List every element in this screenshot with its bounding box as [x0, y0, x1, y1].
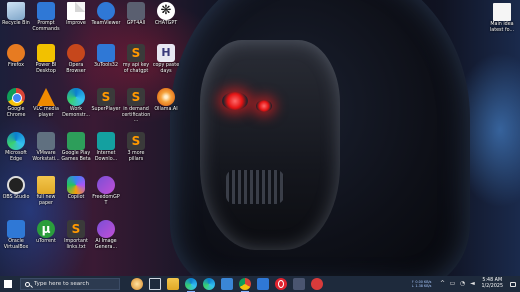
firefox-icon	[7, 44, 25, 62]
desktop-icon-power-bi[interactable]: Power BI Desktop	[31, 44, 61, 74]
sublime-icon	[127, 88, 145, 106]
desktop-icon-in-demand[interactable]: in demand certification...	[121, 88, 151, 124]
desktop-icon-main-idea[interactable]: Main idea latest fo...	[488, 3, 516, 33]
document-icon	[493, 3, 511, 21]
task-view-icon[interactable]	[149, 278, 161, 290]
potplayer-icon	[97, 88, 115, 106]
freedomgpt-icon	[97, 176, 115, 194]
system-tray: ↑ 0.00 KB/s ↓ 1.38 KB/s ^ ▭ ◔ ◄ 5:48 AM …	[411, 276, 520, 292]
desktop-icon-vmware[interactable]: VMware Workstati...	[31, 132, 61, 162]
taskbar-pinned-apps	[128, 278, 326, 292]
desktop-icon-potplayer[interactable]: SuperPlayer	[91, 88, 121, 113]
work-icon	[67, 88, 85, 106]
volume-icon[interactable]: ◄	[469, 281, 475, 287]
virtualbox-icon	[7, 220, 25, 238]
chrome-icon	[7, 88, 25, 106]
desktop-icon-google-play[interactable]: Google Play Games Beta	[61, 132, 91, 162]
desktop-icon-firefox[interactable]: Firefox	[1, 44, 31, 69]
wifi-icon[interactable]: ◔	[459, 281, 465, 287]
obs-icon	[7, 176, 25, 194]
teamviewer-icon	[97, 2, 115, 20]
desktop-icon-freedomgpt[interactable]: FreedomGPT	[91, 176, 121, 206]
taskbar-clock[interactable]: 5:48 AM 1/2/2025	[481, 278, 503, 289]
desktop-icon-chatgpt[interactable]: CHATGPT	[151, 2, 181, 27]
desktop-icon-obs[interactable]: OBS Studio	[1, 176, 31, 201]
taskbar-search-box[interactable]: Type here to search	[20, 278, 120, 290]
swirl-icon	[157, 88, 175, 106]
h-icon	[157, 44, 175, 62]
desktop-icon-prompt-commands[interactable]: Prompt Commands	[31, 2, 61, 32]
gpt4all-icon	[127, 2, 145, 20]
file-explorer-icon[interactable]	[167, 278, 179, 290]
desktop-icon-3utools[interactable]: 3uTools32	[91, 44, 121, 69]
sublime-icon	[127, 132, 145, 150]
wallpaper-robot-face	[200, 40, 340, 250]
internet-download-icon	[97, 132, 115, 150]
desktop-icon-copilot[interactable]: Copilot	[61, 176, 91, 201]
search-icon	[25, 281, 30, 287]
power-bi-icon	[37, 44, 55, 62]
3utools-icon	[97, 44, 115, 62]
edge-icon	[7, 132, 25, 150]
document-icon	[37, 2, 55, 20]
opera-icon	[67, 44, 85, 62]
notes-icon[interactable]	[293, 278, 305, 290]
recycle-bin-icon	[7, 2, 25, 20]
desktop-icon-opera[interactable]: Opera Browser	[61, 44, 91, 74]
utorrent-icon	[37, 220, 55, 238]
desktop-icon-edge[interactable]: Microsoft Edge	[1, 132, 31, 162]
wallpaper-eye-left	[222, 92, 248, 110]
wallpaper-eye-right	[256, 100, 272, 112]
desktop-icon-copy-paste[interactable]: copy paste days	[151, 44, 181, 74]
edge-icon[interactable]	[203, 278, 215, 290]
desktop-icon-ai-image[interactable]: AI Image Genera...	[91, 220, 121, 250]
desktop-icon-utorrent[interactable]: uTorrent	[31, 220, 61, 245]
windows-logo-icon	[4, 280, 12, 288]
desktop-icon-gpt4all[interactable]: GPT4All	[121, 2, 151, 27]
notification-icon[interactable]	[508, 278, 518, 290]
store-icon[interactable]	[221, 278, 233, 290]
desktop-icon-work[interactable]: Work Demonstr...	[61, 88, 91, 118]
desktop-icon-vlc[interactable]: VLC media player	[31, 88, 61, 118]
network-speed: ↑ 0.00 KB/s ↓ 1.38 KB/s	[411, 279, 432, 288]
wallpaper-grille	[226, 170, 284, 204]
chevron-up-icon[interactable]: ^	[439, 281, 445, 287]
mail-icon[interactable]	[257, 278, 269, 290]
vlc-icon	[37, 88, 55, 106]
desktop-icon-important-links[interactable]: Important links.txt	[61, 220, 91, 250]
desktop-icon-chrome[interactable]: Google Chrome	[1, 88, 31, 118]
desktop-icon-full-new-paper[interactable]: full new paper	[31, 176, 61, 206]
opera-icon[interactable]	[275, 278, 287, 290]
sublime-icon	[127, 44, 145, 62]
sublime-icon	[67, 220, 85, 238]
google-play-icon	[67, 132, 85, 150]
chrome-icon[interactable]	[239, 278, 251, 292]
spotify-icon[interactable]	[311, 278, 323, 290]
copilot-icon	[67, 176, 85, 194]
desktop-icon-api-key[interactable]: my api key of chatgpt	[121, 44, 151, 74]
cortana-icon[interactable]	[131, 278, 143, 290]
paper-icon	[37, 176, 55, 194]
vmware-icon	[37, 132, 55, 150]
start-button[interactable]	[0, 276, 16, 292]
chatgpt-icon	[157, 2, 175, 20]
desktop-icon-improve[interactable]: Improve	[61, 2, 91, 27]
desktop-icon-recycle-bin[interactable]: Recycle Bin	[1, 2, 31, 27]
document-icon	[67, 2, 85, 20]
desktop-icon-virtualbox[interactable]: Oracle VirtualBox	[1, 220, 31, 250]
battery-icon[interactable]: ▭	[449, 281, 456, 287]
taskbar: Type here to search ↑ 0.00 KB/s ↓ 1.38 K…	[0, 276, 520, 292]
desktop-icon-internet-download[interactable]: Internet Downlo...	[91, 132, 121, 162]
desktop-icon-teamviewer[interactable]: TeamViewer	[91, 2, 121, 27]
desktop-icon-pillars[interactable]: 3 more pillars	[121, 132, 151, 162]
desktop-icon-ollama[interactable]: Ollama.AI	[151, 88, 181, 113]
ai-image-icon	[97, 220, 115, 238]
edge-icon[interactable]	[185, 278, 197, 292]
